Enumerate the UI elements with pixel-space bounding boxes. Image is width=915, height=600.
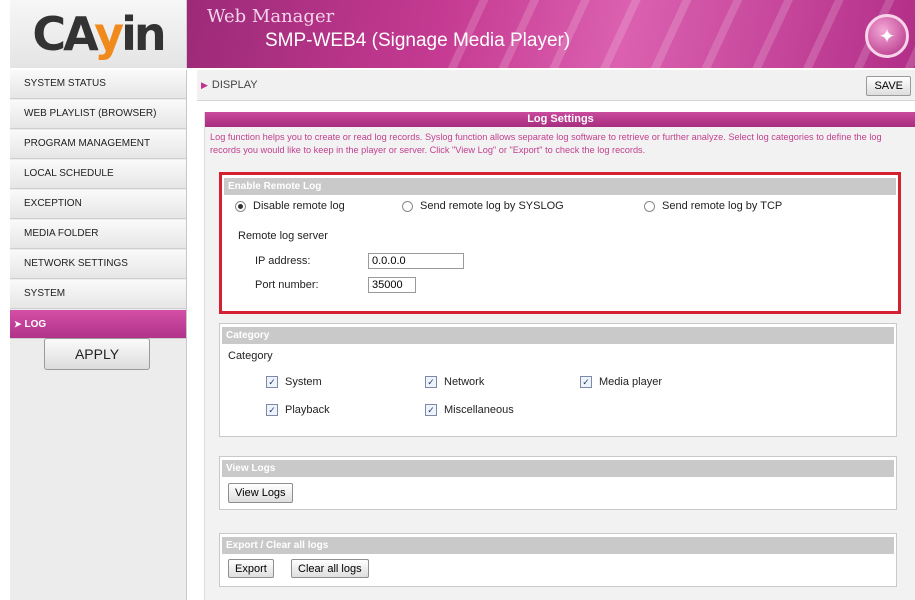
ip-address-input[interactable] bbox=[368, 253, 464, 269]
section-title: Category bbox=[222, 327, 894, 344]
export-section: Export / Clear all logs Export Clear all… bbox=[219, 533, 897, 587]
category-section: Category Category ✓ System ✓ Network ✓ Medi… bbox=[219, 323, 897, 437]
checkbox-playback[interactable]: ✓ Playback bbox=[266, 404, 330, 416]
main-content: ▶ DISPLAY SAVE Log Settings Log function … bbox=[197, 70, 915, 600]
sidebar-item-log[interactable]: ➤ LOG bbox=[10, 310, 186, 339]
section-title: Enable Remote Log bbox=[224, 178, 896, 195]
section-title: View Logs bbox=[222, 460, 894, 477]
remote-log-server-label: Remote log server bbox=[238, 230, 328, 242]
apply-button[interactable]: APPLY bbox=[44, 338, 150, 370]
port-number-input[interactable] bbox=[368, 277, 416, 293]
sidebar-item-web-playlist[interactable]: WEB PLAYLIST (BROWSER) bbox=[10, 100, 186, 129]
check-icon: ✓ bbox=[425, 404, 437, 416]
save-button[interactable]: SAVE bbox=[866, 76, 911, 96]
view-logs-button[interactable]: View Logs bbox=[228, 483, 293, 503]
radio-syslog[interactable]: Send remote log by SYSLOG bbox=[402, 200, 564, 212]
port-number-label: Port number: bbox=[255, 279, 319, 291]
log-settings-panel: Log Settings Log function helps you to c… bbox=[204, 112, 915, 600]
export-button[interactable]: Export bbox=[228, 559, 274, 578]
section-title: Export / Clear all logs bbox=[222, 537, 894, 554]
checkbox-system[interactable]: ✓ System bbox=[266, 376, 322, 388]
sidebar-item-system-status[interactable]: SYSTEM STATUS bbox=[10, 70, 186, 99]
triangle-right-icon: ▶ bbox=[201, 80, 208, 90]
check-icon: ✓ bbox=[580, 376, 592, 388]
panel-title: Log Settings bbox=[205, 112, 915, 127]
view-logs-section: View Logs View Logs bbox=[219, 456, 897, 510]
sidebar-item-exception[interactable]: EXCEPTION bbox=[10, 190, 186, 219]
cayin-logo: CAyin bbox=[10, 0, 187, 68]
breadcrumb: ▶ DISPLAY bbox=[201, 79, 258, 91]
checkbox-network[interactable]: ✓ Network bbox=[425, 376, 484, 388]
ip-address-label: IP address: bbox=[255, 255, 311, 267]
radio-tcp[interactable]: Send remote log by TCP bbox=[644, 200, 782, 212]
check-icon: ✓ bbox=[425, 376, 437, 388]
star-wand-icon: ✦ bbox=[865, 14, 909, 58]
radio-icon bbox=[402, 200, 413, 212]
check-icon: ✓ bbox=[266, 404, 278, 416]
checkbox-miscellaneous[interactable]: ✓ Miscellaneous bbox=[425, 404, 514, 416]
logo-text: CAyin bbox=[32, 7, 166, 61]
checkbox-media-player[interactable]: ✓ Media player bbox=[580, 376, 662, 388]
header-banner: Web Manager SMP-WEB4 (Signage Media Play… bbox=[187, 0, 915, 68]
category-label: Category bbox=[228, 350, 273, 362]
remote-log-section: Enable Remote Log Disable remote log Sen… bbox=[219, 172, 901, 314]
active-arrow-icon: ➤ bbox=[14, 319, 22, 329]
sidebar: SYSTEM STATUS WEB PLAYLIST (BROWSER) PRO… bbox=[10, 70, 187, 600]
description-text: Log function helps you to create or read… bbox=[210, 132, 882, 155]
clear-all-logs-button[interactable]: Clear all logs bbox=[291, 559, 369, 578]
sidebar-item-local-schedule[interactable]: LOCAL SCHEDULE bbox=[10, 160, 186, 189]
toolbar: ▶ DISPLAY SAVE bbox=[197, 70, 915, 101]
radio-icon bbox=[644, 200, 655, 212]
sidebar-item-system[interactable]: SYSTEM bbox=[10, 280, 186, 309]
device-name: SMP-WEB4 (Signage Media Player) bbox=[265, 30, 571, 51]
sidebar-item-program-management[interactable]: PROGRAM MANAGEMENT bbox=[10, 130, 186, 159]
app-title: Web Manager bbox=[207, 6, 335, 27]
radio-disable-remote-log[interactable]: Disable remote log bbox=[235, 200, 345, 212]
radio-selected-icon bbox=[235, 200, 246, 212]
sidebar-item-media-folder[interactable]: MEDIA FOLDER bbox=[10, 220, 186, 249]
check-icon: ✓ bbox=[266, 376, 278, 388]
sidebar-item-network-settings[interactable]: NETWORK SETTINGS bbox=[10, 250, 186, 279]
